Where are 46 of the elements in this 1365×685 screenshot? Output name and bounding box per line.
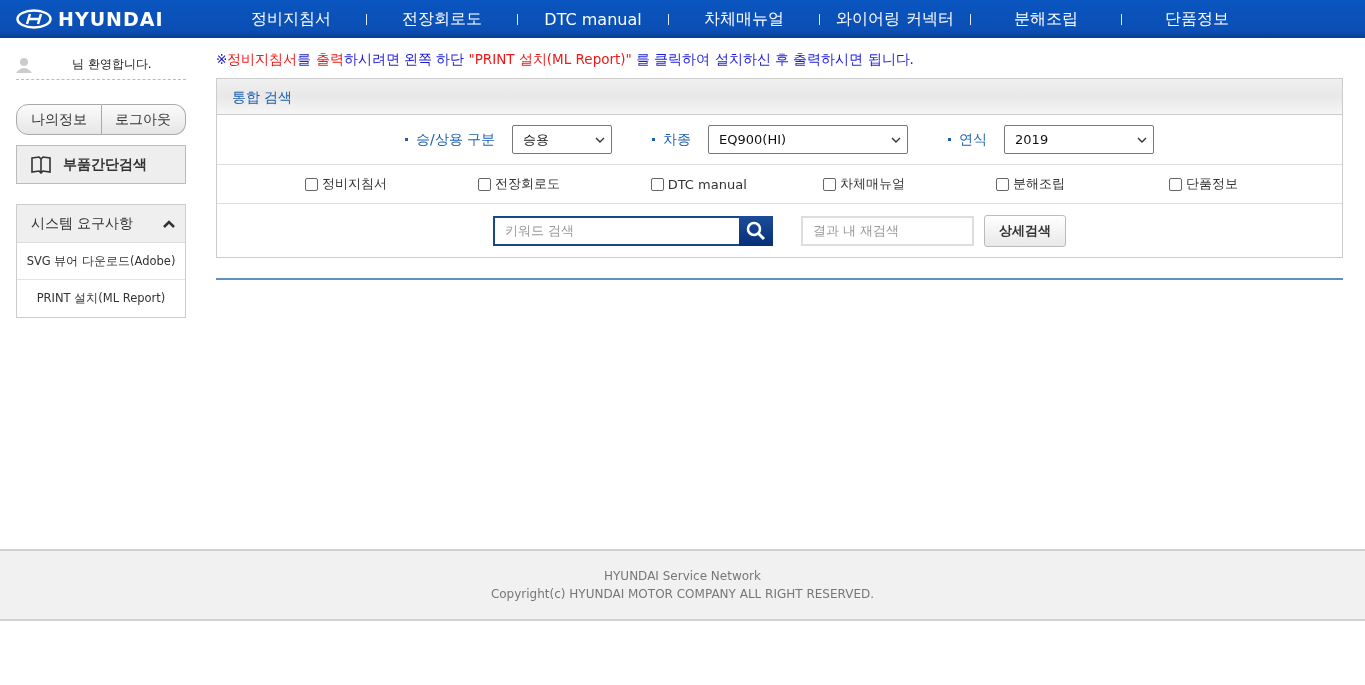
chevron-down-icon: [891, 136, 902, 143]
account-button[interactable]: 로그아웃: [101, 104, 186, 135]
filter-label: 승/상용 구분: [415, 130, 496, 149]
footer-text: HYUNDAI Service Network: [604, 569, 761, 583]
user-icon: [16, 56, 32, 73]
bullet-icon: [404, 138, 408, 141]
nav-link[interactable]: DTC manual: [518, 9, 668, 29]
category-checkbox[interactable]: 차체매뉴얼: [823, 175, 997, 193]
footer-text: Copyright(c) HYUNDAI MOTOR COMPANY ALL RIGHT RESERVED.: [490, 587, 875, 601]
print-notice: ※정비지침서 를 출력하시려면 왼쪽 하단 "PRINT 설치(ML Report)" 를 클릭하여 설치하신 후 출력하시면 됩니다.: [216, 51, 915, 69]
filter-label: 연식: [959, 130, 988, 149]
filter-label: 차종: [663, 130, 692, 149]
requirements-toggle[interactable]: 시스템 요구사항: [17, 205, 185, 243]
detail-search-button[interactable]: 상세검색: [984, 214, 1066, 247]
requirement-link[interactable]: SVG 뷰어 다운로드(Adobe): [17, 243, 185, 280]
parts-search-button[interactable]: 부품간단검색: [16, 145, 186, 184]
filter-select[interactable]: 2019: [1004, 125, 1155, 154]
logo-text: HYUNDAI: [58, 8, 164, 30]
search-icon: [746, 220, 766, 241]
keyword-search-field[interactable]: 키워드 검색: [493, 215, 739, 246]
nav-link[interactable]: 차체매뉴얼: [669, 8, 819, 30]
account-button[interactable]: 나의정보: [16, 104, 102, 135]
requirement-link[interactable]: PRINT 설치(ML Report): [17, 280, 185, 317]
nav-link[interactable]: 정비지침서: [216, 8, 366, 30]
nav-link[interactable]: 단품정보: [1122, 8, 1272, 30]
category-checkbox[interactable]: 전장회로도: [477, 175, 651, 193]
nav-link[interactable]: 분해조립: [971, 8, 1121, 30]
chevron-down-icon: [1137, 136, 1148, 143]
category-checkbox[interactable]: 분해조립: [996, 175, 1170, 193]
refine-search-field[interactable]: 결과 내 재검색: [801, 215, 974, 246]
nav-link[interactable]: 와이어링 커넥터: [820, 8, 970, 30]
search-button[interactable]: [739, 215, 773, 246]
logo-icon: [16, 9, 52, 29]
book-icon: [31, 155, 51, 174]
panel-title: 통합 검색: [217, 79, 1342, 115]
bullet-icon: [652, 138, 656, 141]
category-checkbox[interactable]: DTC manual: [650, 175, 824, 193]
bullet-icon: [948, 138, 952, 141]
chevron-down-icon: [595, 136, 606, 143]
filter-select[interactable]: 승용: [512, 125, 613, 154]
filter-select[interactable]: EQ900(HI): [708, 125, 909, 154]
category-checkbox[interactable]: 정비지침서: [305, 175, 478, 193]
chevron-icon: [163, 219, 175, 228]
nav-link[interactable]: 전장회로도: [367, 8, 517, 30]
category-checkbox[interactable]: 단품정보: [1169, 175, 1342, 193]
welcome-text: 님 환영합니다.: [72, 56, 152, 73]
